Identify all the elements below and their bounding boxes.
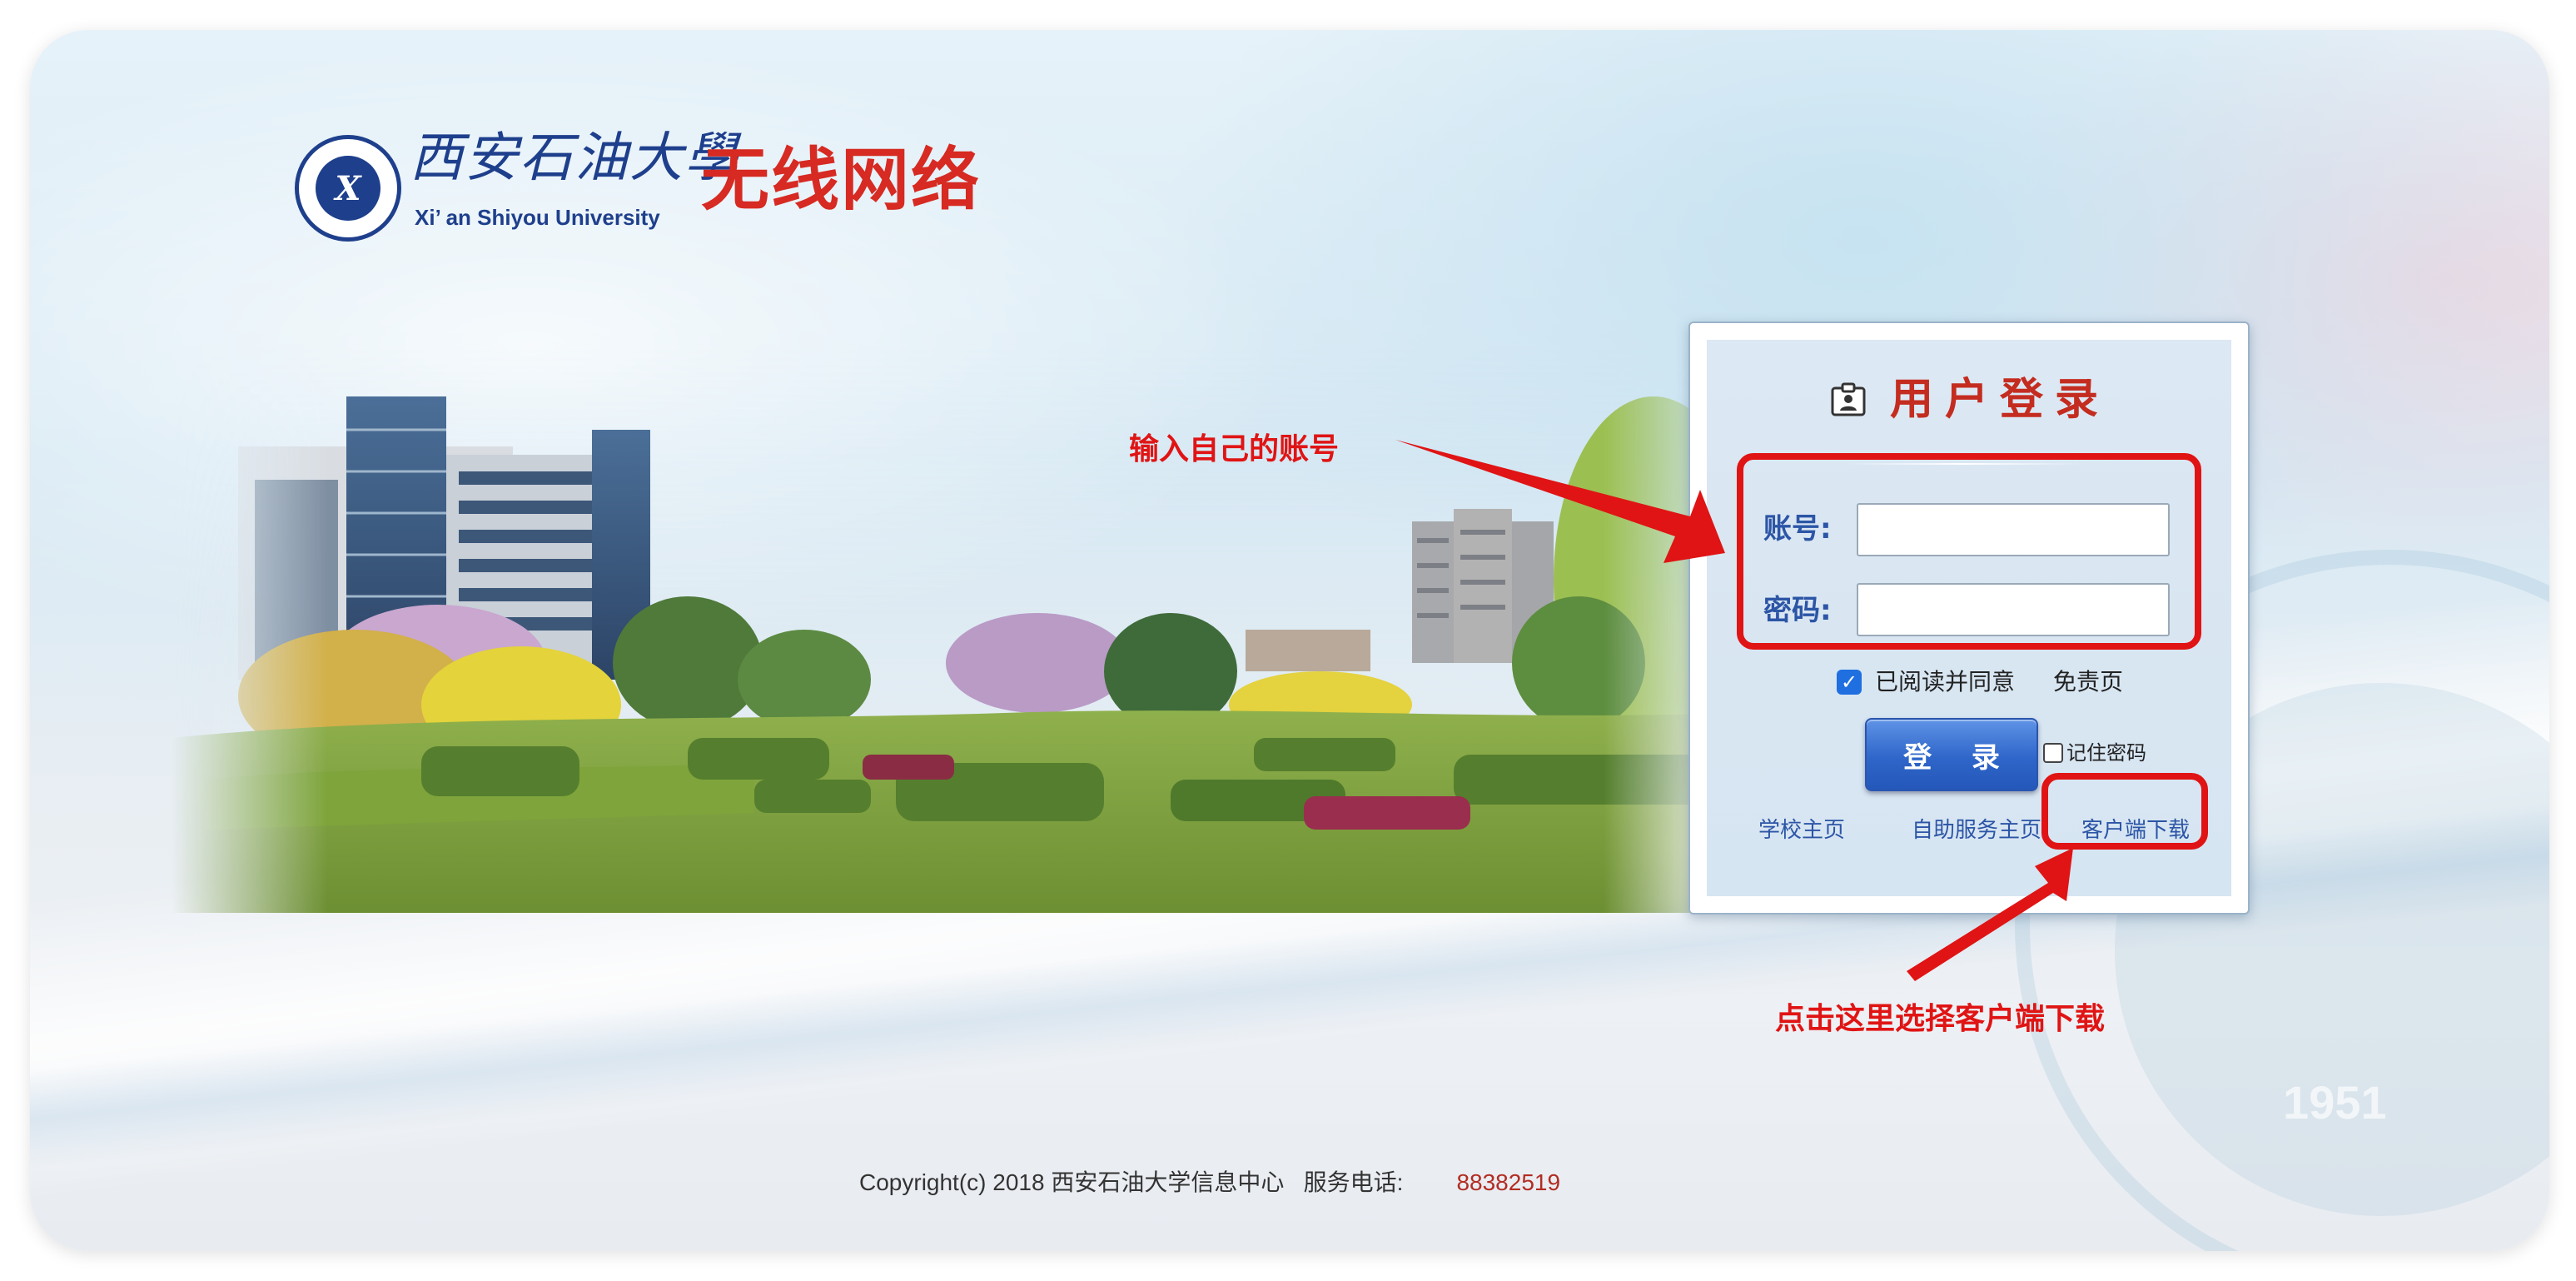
login-title: 用户登录 (1890, 375, 2111, 425)
university-emblem-icon: X (295, 135, 401, 242)
emblem-monogram: X (316, 156, 380, 221)
disclaimer-link[interactable]: 免责页 (2053, 670, 2123, 694)
school-home-link[interactable]: 学校主页 (1758, 820, 1845, 841)
client-download-highlight-box (2041, 773, 2208, 850)
agree-row: ✓ 已阅读并同意 免责页 (1837, 670, 2123, 695)
login-title-row: 用户登录 (1830, 378, 2110, 421)
agree-text: 已阅读并同意 (1875, 668, 2016, 695)
remember-text: 记住密码 (2066, 741, 2146, 765)
remember-checkbox[interactable] (2043, 743, 2063, 763)
university-name-en: Xi’ an Shiyou University (415, 205, 660, 230)
remember-row: 记住密码 (2043, 743, 2146, 763)
footer: Copyright(c) 2018 西安石油大学信息中心 服务电话: 88382… (859, 1171, 1560, 1194)
page-title: 无线网络 (701, 141, 982, 220)
university-name-cn: 西安石油大學 (410, 127, 739, 189)
service-phone: 88382519 (1456, 1169, 1561, 1195)
account-hint-text: 输入自己的账号 (1129, 432, 1340, 466)
self-service-link[interactable]: 自助服务主页 (1912, 820, 2041, 841)
login-button[interactable]: 登 录 (1865, 718, 2038, 791)
campus-photo (172, 346, 1728, 913)
id-card-icon (1831, 382, 1866, 416)
client-hint-text: 点击这里选择客户端下载 (1775, 1002, 2106, 1036)
agree-checkbox[interactable]: ✓ (1837, 670, 1862, 695)
credentials-highlight-box (1737, 453, 2201, 650)
copyright-text: Copyright(c) 2018 西安石油大学信息中心 服务电话: (859, 1169, 1404, 1195)
watermark-year: 1951 (2283, 1076, 2387, 1129)
